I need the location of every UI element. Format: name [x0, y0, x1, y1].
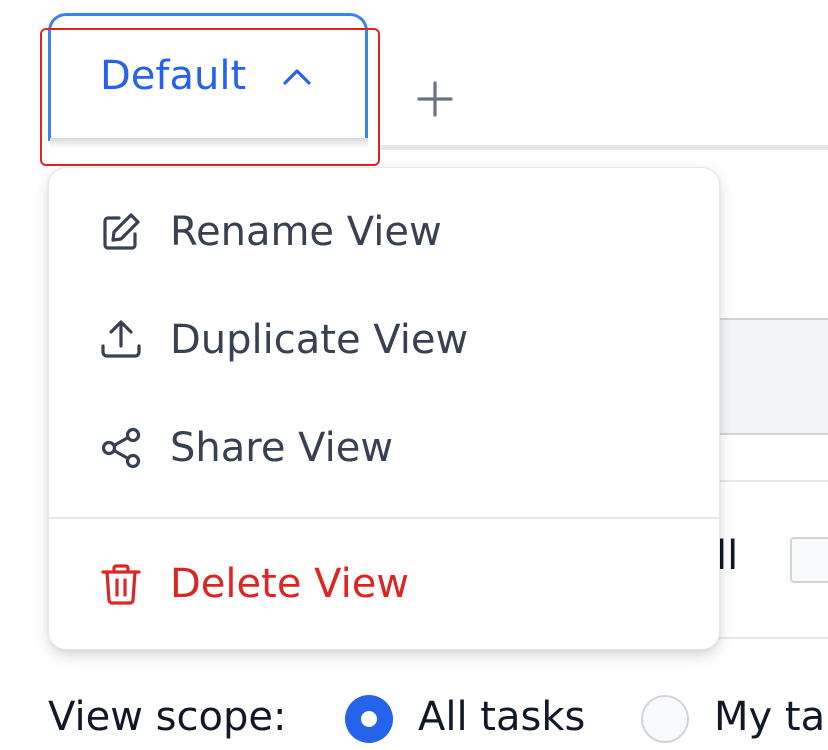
- upload-icon: [101, 320, 141, 358]
- menu-item-label: Share View: [170, 425, 394, 471]
- rename-view-item[interactable]: Rename View: [49, 192, 719, 272]
- plus-icon[interactable]: [416, 80, 454, 118]
- menu-item-label: Delete View: [170, 561, 410, 607]
- share-view-item[interactable]: Share View: [49, 408, 719, 488]
- all-tasks-label[interactable]: All tasks: [418, 693, 585, 741]
- edit-icon: [103, 213, 140, 250]
- menu-item-label: Duplicate View: [170, 317, 469, 363]
- my-tasks-label[interactable]: My ta: [714, 693, 825, 741]
- duplicate-view-item[interactable]: Duplicate View: [49, 300, 719, 380]
- my-tasks-radio[interactable]: [641, 695, 689, 743]
- menu-divider: [49, 517, 719, 519]
- tab-strip-underline: [380, 145, 828, 150]
- menu-item-label: Rename View: [170, 209, 442, 255]
- background-checkbox[interactable]: [790, 537, 828, 583]
- view-scope-label: View scope:: [48, 694, 287, 740]
- tab-highlight-box: [40, 28, 380, 166]
- delete-view-item[interactable]: Delete View: [49, 544, 719, 624]
- view-options-menu: Rename View Duplicate View Share View De…: [48, 167, 720, 650]
- share-icon: [101, 427, 141, 469]
- trash-icon: [101, 564, 141, 605]
- all-tasks-radio[interactable]: [345, 695, 393, 743]
